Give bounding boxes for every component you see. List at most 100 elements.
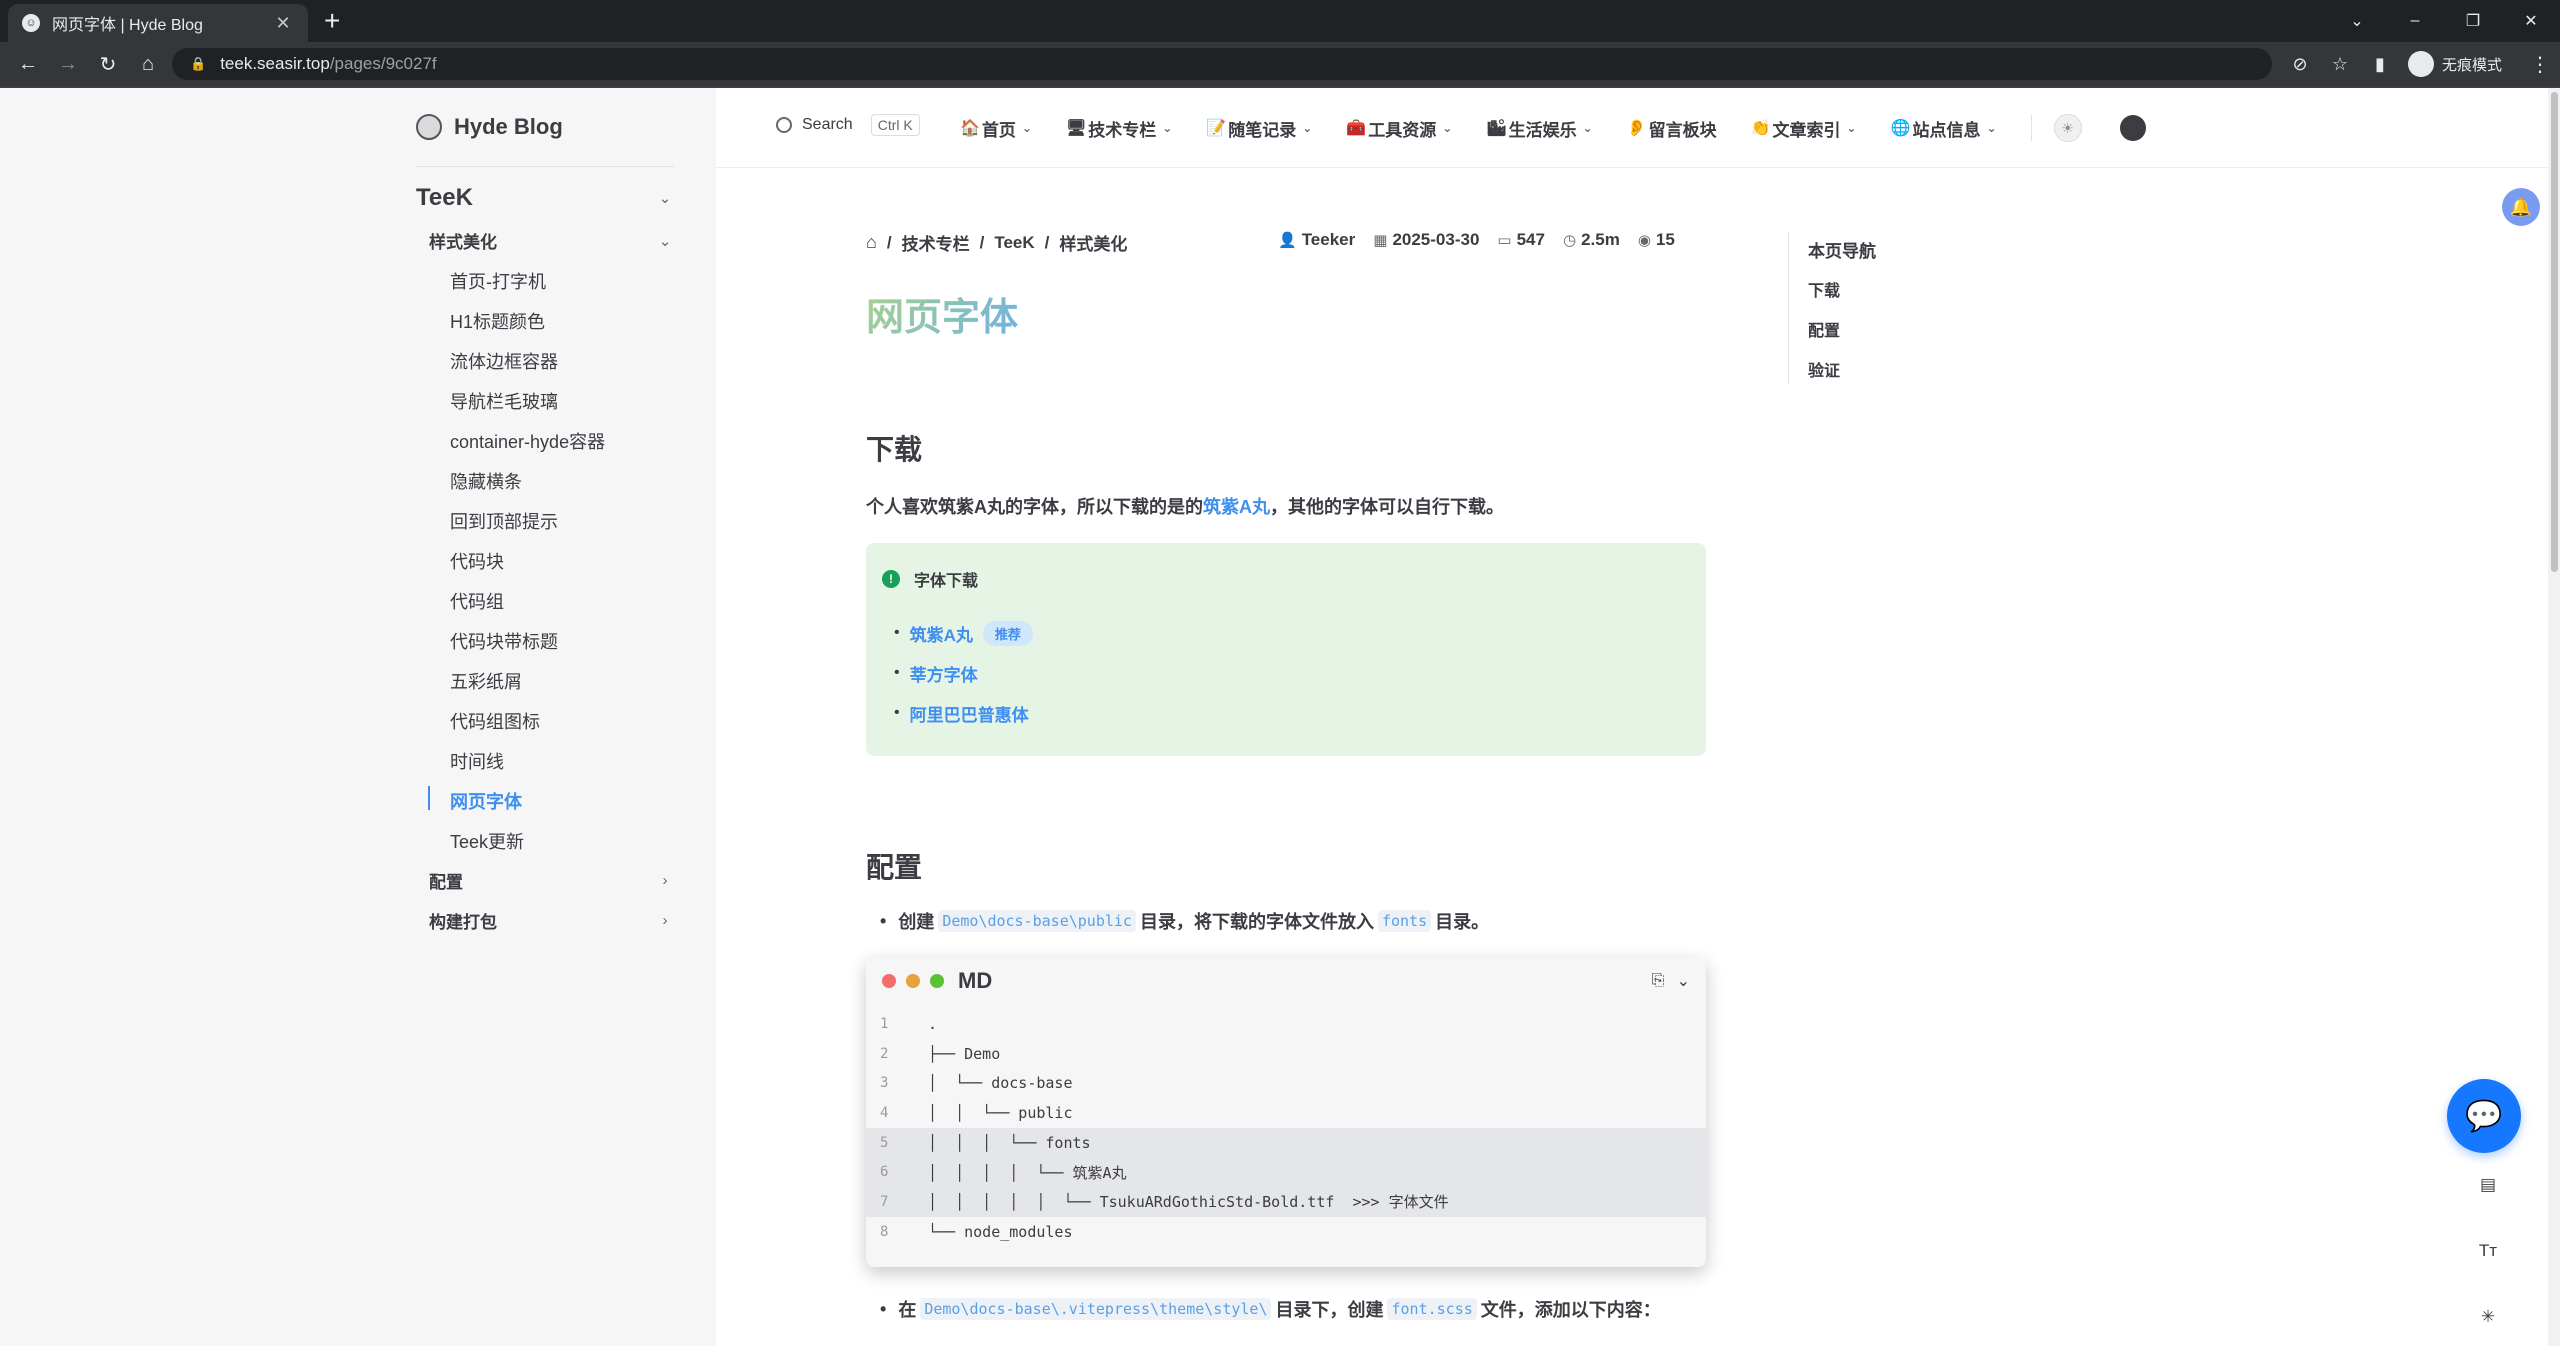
list-item: 莘方字体 xyxy=(894,653,1033,693)
sidebar-group-config[interactable]: 配置 › xyxy=(429,868,674,893)
toc-item[interactable]: 下载 xyxy=(1808,277,1840,301)
theme-toggle-sun-icon[interactable]: ☀ xyxy=(2053,114,2082,142)
sidebar-group-build[interactable]: 构建打包 › xyxy=(429,908,674,933)
new-tab-icon[interactable]: + xyxy=(324,6,340,36)
font-link[interactable]: 阿里巴巴普惠体 xyxy=(910,701,1029,726)
copy-icon[interactable]: ⎘ xyxy=(1652,972,1665,990)
github-icon[interactable] xyxy=(2119,115,2146,141)
breadcrumb-sep: / xyxy=(1044,232,1050,252)
sidebar-item[interactable]: 流体边框容器 xyxy=(450,348,558,374)
browser-menu-icon[interactable]: ⋮ xyxy=(2520,52,2560,77)
article-meta: 👤 Teeker ▦ 2025-03-30 ▭ 547 ◷ 2.5m ◉ 15 xyxy=(1278,230,1675,250)
nav-item-label: 首页 xyxy=(981,120,1016,140)
minimize-icon[interactable]: – xyxy=(2386,12,2444,30)
sidebar-item[interactable]: 代码块 xyxy=(450,548,504,574)
search-shortcut: Ctrl K xyxy=(870,114,920,136)
sidebar-item[interactable]: 代码块带标题 xyxy=(450,628,558,654)
tip-title: 字体下载 xyxy=(914,573,979,590)
sidebar-item[interactable]: 首页-打字机 xyxy=(450,268,546,294)
url-host: teek.seasir.top xyxy=(220,54,330,73)
nav-item-home[interactable]: 🏠 首页 ⌄ xyxy=(960,116,1032,141)
side-panel-icon[interactable]: ▮ xyxy=(2360,54,2400,75)
site-brand[interactable]: Hyde Blog xyxy=(416,114,563,140)
close-window-icon[interactable]: ✕ xyxy=(2502,11,2560,31)
home-icon[interactable]: ⌂ xyxy=(866,232,877,253)
collapse-chevron-icon[interactable]: ⌄ xyxy=(1677,971,1690,991)
notification-bell-icon[interactable]: 🔔 xyxy=(2502,188,2540,226)
forward-icon[interactable]: → xyxy=(48,53,88,76)
nav-item-life[interactable]: 🏙 生活娱乐 ⌄ xyxy=(1486,116,1592,141)
bullet-text: 文件，添加以下内容： xyxy=(1480,1300,1661,1320)
heading-config: 配置 xyxy=(866,852,923,883)
code-text: . xyxy=(928,1014,938,1033)
tab-search-icon[interactable]: ⌄ xyxy=(2328,11,2386,31)
comment-icon[interactable]: ▤ xyxy=(2474,1171,2502,1199)
paragraph-text: 个人喜欢筑紫A丸的字体，所以下载的是的 xyxy=(866,497,1203,517)
bookmark-star-icon[interactable]: ☆ xyxy=(2320,54,2360,75)
code-line: 8 └── node_modules xyxy=(866,1217,1706,1247)
breadcrumb-item[interactable]: 技术专栏 xyxy=(902,230,970,255)
nav-item-notes[interactable]: 📝 随笔记录 ⌄ xyxy=(1206,116,1312,141)
home-button-icon[interactable]: ⌂ xyxy=(128,53,168,76)
search-button[interactable]: Search Ctrl K xyxy=(776,114,920,136)
chevron-down-icon: ⌄ xyxy=(1021,121,1032,135)
sparkle-icon[interactable]: ✳ xyxy=(2474,1303,2502,1331)
font-link[interactable]: 筑紫A丸 xyxy=(1203,497,1270,517)
chevron-right-icon: › xyxy=(662,872,668,889)
line-number: 3 xyxy=(880,1075,889,1092)
sidebar-item[interactable]: 导航栏毛玻璃 xyxy=(450,388,558,414)
browser-tab[interactable]: ☺ 网页字体 | Hyde Blog ✕ xyxy=(8,4,308,42)
bullet-text: 创建 xyxy=(898,912,935,932)
sidebar-section-teek[interactable]: TeeK ⌄ xyxy=(416,184,674,212)
sidebar-item[interactable]: 时间线 xyxy=(450,748,504,774)
read-time: 2.5m xyxy=(1581,230,1620,249)
sidebar-item-active[interactable]: 网页字体 xyxy=(450,788,522,814)
nav-item-index[interactable]: 👏 文章索引 ⌄ xyxy=(1751,116,1857,141)
tip-link-list: 筑紫A丸推荐 莘方字体 阿里巴巴普惠体 xyxy=(894,613,1033,733)
code-line: 1. xyxy=(866,1009,1706,1039)
nav-item-label: 留言板块 xyxy=(1648,120,1717,140)
close-tab-icon[interactable]: ✕ xyxy=(272,13,294,34)
breadcrumb-item[interactable]: 样式美化 xyxy=(1059,230,1127,255)
sidebar-item[interactable]: 代码组 xyxy=(450,588,504,614)
inline-code: Demo\docs-base\.vitepress\theme\style\ xyxy=(920,1298,1272,1320)
chat-bubble-icon[interactable]: 💬 xyxy=(2447,1079,2521,1153)
font-size-icon[interactable]: Tт xyxy=(2474,1237,2502,1265)
breadcrumb-item[interactable]: TeeK xyxy=(994,233,1034,253)
red-dot-icon xyxy=(882,974,896,988)
sidebar-item[interactable]: 回到顶部提示 xyxy=(450,508,558,534)
window-controls: ⌄ – ❐ ✕ xyxy=(2328,0,2560,42)
line-number: 6 xyxy=(880,1164,889,1181)
monitor-icon: 🖥 xyxy=(1065,120,1087,137)
incognito-profile-button[interactable]: 无痕模式 xyxy=(2407,51,2502,77)
bullet-text: 目录，将下载的字体文件放入 xyxy=(1139,912,1374,932)
font-link[interactable]: 莘方字体 xyxy=(910,661,978,686)
site-logo-icon xyxy=(416,114,442,140)
reload-icon[interactable]: ↻ xyxy=(88,52,128,77)
scrollbar-thumb[interactable] xyxy=(2551,92,2558,572)
view-count: 15 xyxy=(1655,230,1675,249)
bullet-text: 目录。 xyxy=(1435,912,1490,932)
sidebar-item[interactable]: container-hyde容器 xyxy=(450,428,605,454)
nav-item-tech[interactable]: 🖥 技术专栏 ⌄ xyxy=(1066,116,1172,141)
author-name: Teeker xyxy=(1301,230,1356,249)
restore-icon[interactable]: ❐ xyxy=(2444,11,2502,31)
url-input[interactable]: 🔒 teek.seasir.top/pages/9c027f xyxy=(172,48,2272,80)
eye-off-icon[interactable]: ⊘ xyxy=(2280,54,2320,75)
nav-item-siteinfo[interactable]: 🌐 站点信息 ⌄ xyxy=(1891,116,1997,141)
memo-icon: 📝 xyxy=(1206,120,1227,137)
sidebar-group-style[interactable]: 样式美化 ⌄ xyxy=(429,228,674,253)
meta-author[interactable]: 👤 Teeker xyxy=(1278,230,1355,250)
nav-item-tools[interactable]: 🧰 工具资源 ⌄ xyxy=(1346,116,1452,141)
font-link[interactable]: 筑紫A丸 xyxy=(910,621,973,646)
sidebar-item[interactable]: Teek更新 xyxy=(450,828,524,854)
back-icon[interactable]: ← xyxy=(8,53,48,76)
toc-item[interactable]: 验证 xyxy=(1808,357,1840,381)
nav-item-guestbook[interactable]: 👂 留言板块 xyxy=(1627,116,1717,141)
sidebar-item[interactable]: H1标题颜色 xyxy=(450,308,545,334)
tip-header: ! 字体下载 xyxy=(882,567,978,591)
toc-item[interactable]: 配置 xyxy=(1808,317,1840,341)
sidebar-item[interactable]: 五彩纸屑 xyxy=(450,668,522,694)
sidebar-item[interactable]: 代码组图标 xyxy=(450,708,540,734)
sidebar-item[interactable]: 隐藏横条 xyxy=(450,468,522,494)
